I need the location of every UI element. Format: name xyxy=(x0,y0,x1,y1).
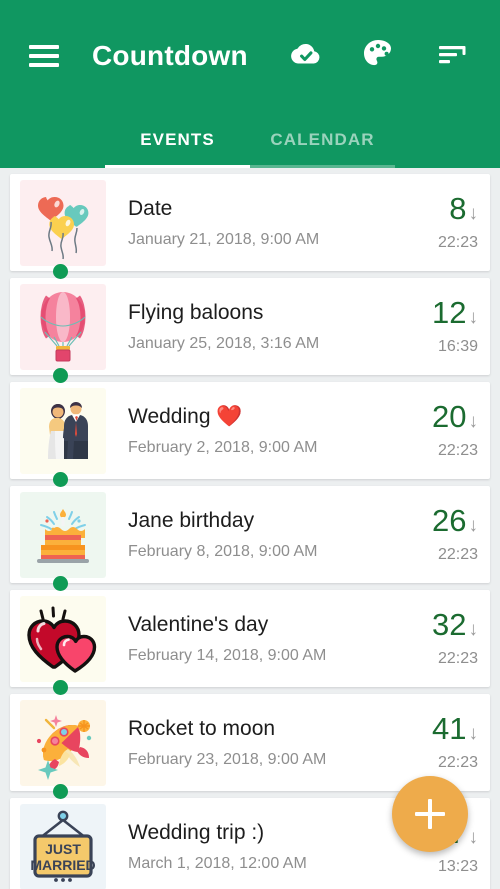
event-time-remaining: 22:23 xyxy=(437,442,478,459)
add-event-fab[interactable] xyxy=(392,776,468,852)
hot-air-balloon-icon xyxy=(23,287,103,367)
event-thumbnail xyxy=(20,283,106,370)
event-date: January 21, 2018, 9:00 AM xyxy=(128,231,320,249)
event-days-count: 20 xyxy=(432,399,467,434)
balloons-icon xyxy=(23,183,103,263)
hamburger-menu-button[interactable] xyxy=(18,30,70,82)
event-text-block: Jane birthday February 8, 2018, 9:00 AM xyxy=(106,508,386,561)
event-countdown-block: 20 ↓ 22:23 xyxy=(386,401,490,460)
table-row[interactable]: Rocket to moon February 23, 2018, 9:00 A… xyxy=(10,694,490,799)
palette-icon xyxy=(362,38,394,75)
event-days-count: 8 xyxy=(449,191,467,226)
event-countdown-block: 12 ↓ 16:39 xyxy=(386,297,490,356)
event-countdown-block: 32 ↓ 22:23 xyxy=(386,609,490,668)
event-days-count: 32 xyxy=(432,607,467,642)
event-time-remaining: 16:39 xyxy=(437,338,478,355)
page-title: Countdown xyxy=(92,40,248,71)
timeline-dot xyxy=(53,472,68,487)
event-time-remaining: 22:23 xyxy=(437,546,478,563)
event-title: Rocket to moon xyxy=(128,716,276,740)
event-time-remaining: 22:23 xyxy=(437,754,478,771)
table-row[interactable]: Jane birthday February 8, 2018, 9:00 AM … xyxy=(10,486,490,591)
cloud-done-icon xyxy=(287,41,321,72)
down-arrow-icon: ↓ xyxy=(468,619,479,640)
event-thumbnail xyxy=(20,179,106,266)
tab-calendar[interactable]: CALENDAR xyxy=(250,112,395,168)
event-date: March 1, 2018, 12:00 AM xyxy=(128,855,307,873)
theme-button[interactable] xyxy=(352,30,404,82)
timeline-dot xyxy=(53,680,68,695)
app-bar: Countdown EVENTS CALENDAR xyxy=(0,0,500,168)
tab-bar: EVENTS CALENDAR xyxy=(0,112,500,168)
wedding-couple-icon xyxy=(23,391,103,471)
event-text-block: Rocket to moon February 23, 2018, 9:00 A… xyxy=(106,716,386,769)
event-title: Date xyxy=(128,196,173,220)
hamburger-menu-icon xyxy=(29,45,59,67)
app-screen: Countdown EVENTS CALENDAR Date January 2… xyxy=(0,0,500,889)
event-thumbnail xyxy=(20,491,106,578)
event-title: Wedding ❤️ xyxy=(128,404,243,428)
down-arrow-icon: ↓ xyxy=(468,307,479,328)
event-countdown-block: 26 ↓ 22:23 xyxy=(386,505,490,564)
tab-events[interactable]: EVENTS xyxy=(105,112,250,168)
event-date: February 14, 2018, 9:00 AM xyxy=(128,647,327,665)
table-row[interactable]: Flying baloons January 25, 2018, 3:16 AM… xyxy=(10,278,490,383)
app-bar-actions xyxy=(278,30,478,82)
event-text-block: Valentine's day February 14, 2018, 9:00 … xyxy=(106,612,386,665)
event-days-count: 12 xyxy=(432,295,467,330)
event-days-count: 26 xyxy=(432,503,467,538)
timeline-dot xyxy=(53,784,68,799)
sync-button[interactable] xyxy=(278,30,330,82)
two-hearts-icon xyxy=(23,599,103,679)
svg-text:MARRIED: MARRIED xyxy=(30,857,95,873)
table-row[interactable]: Valentine's day February 14, 2018, 9:00 … xyxy=(10,590,490,695)
down-arrow-icon: ↓ xyxy=(468,827,479,848)
timeline-dot xyxy=(53,576,68,591)
tab-events-label: EVENTS xyxy=(140,130,215,149)
event-title: Wedding trip :) xyxy=(128,820,265,844)
event-countdown-block: 41 ↓ 22:23 xyxy=(386,713,490,772)
event-title: Flying baloons xyxy=(128,300,264,324)
event-title: Valentine's day xyxy=(128,612,269,636)
timeline-dot xyxy=(53,368,68,383)
event-text-block: Wedding trip :) March 1, 2018, 12:00 AM xyxy=(106,820,386,873)
event-date: February 8, 2018, 9:00 AM xyxy=(128,543,318,561)
event-thumbnail xyxy=(20,387,106,474)
birthday-cake-icon xyxy=(23,495,103,575)
sort-icon xyxy=(437,43,467,70)
event-time-remaining: 22:23 xyxy=(437,650,478,667)
event-thumbnail: JUST MARRIED xyxy=(20,803,106,889)
event-title: Jane birthday xyxy=(128,508,255,532)
just-married-sign-icon: JUST MARRIED xyxy=(23,807,103,887)
sort-button[interactable] xyxy=(426,30,478,82)
event-text-block: Wedding ❤️ February 2, 2018, 9:00 AM xyxy=(106,404,386,457)
event-time-remaining: 22:23 xyxy=(437,234,478,251)
down-arrow-icon: ↓ xyxy=(468,411,479,432)
table-row[interactable]: Wedding ❤️ February 2, 2018, 9:00 AM 20 … xyxy=(10,382,490,487)
event-text-block: Flying baloons January 25, 2018, 3:16 AM xyxy=(106,300,386,353)
timeline-dot xyxy=(53,264,68,279)
tab-calendar-label: CALENDAR xyxy=(270,130,375,149)
event-days-count: 41 xyxy=(432,711,467,746)
rocket-icon xyxy=(23,703,103,783)
event-date: January 25, 2018, 3:16 AM xyxy=(128,335,320,353)
event-time-remaining: 13:23 xyxy=(437,858,478,875)
svg-text:JUST: JUST xyxy=(45,841,81,857)
event-countdown-block: 8 ↓ 22:23 xyxy=(386,193,490,252)
event-date: February 2, 2018, 9:00 AM xyxy=(128,439,318,457)
down-arrow-icon: ↓ xyxy=(468,515,479,536)
app-bar-top: Countdown xyxy=(0,0,500,112)
down-arrow-icon: ↓ xyxy=(468,723,479,744)
down-arrow-icon: ↓ xyxy=(468,203,479,224)
table-row[interactable]: Date January 21, 2018, 9:00 AM 8 ↓ 22:23 xyxy=(10,174,490,279)
event-date: February 23, 2018, 9:00 AM xyxy=(128,751,327,769)
event-thumbnail xyxy=(20,595,106,682)
event-thumbnail xyxy=(20,699,106,786)
event-text-block: Date January 21, 2018, 9:00 AM xyxy=(106,196,386,249)
